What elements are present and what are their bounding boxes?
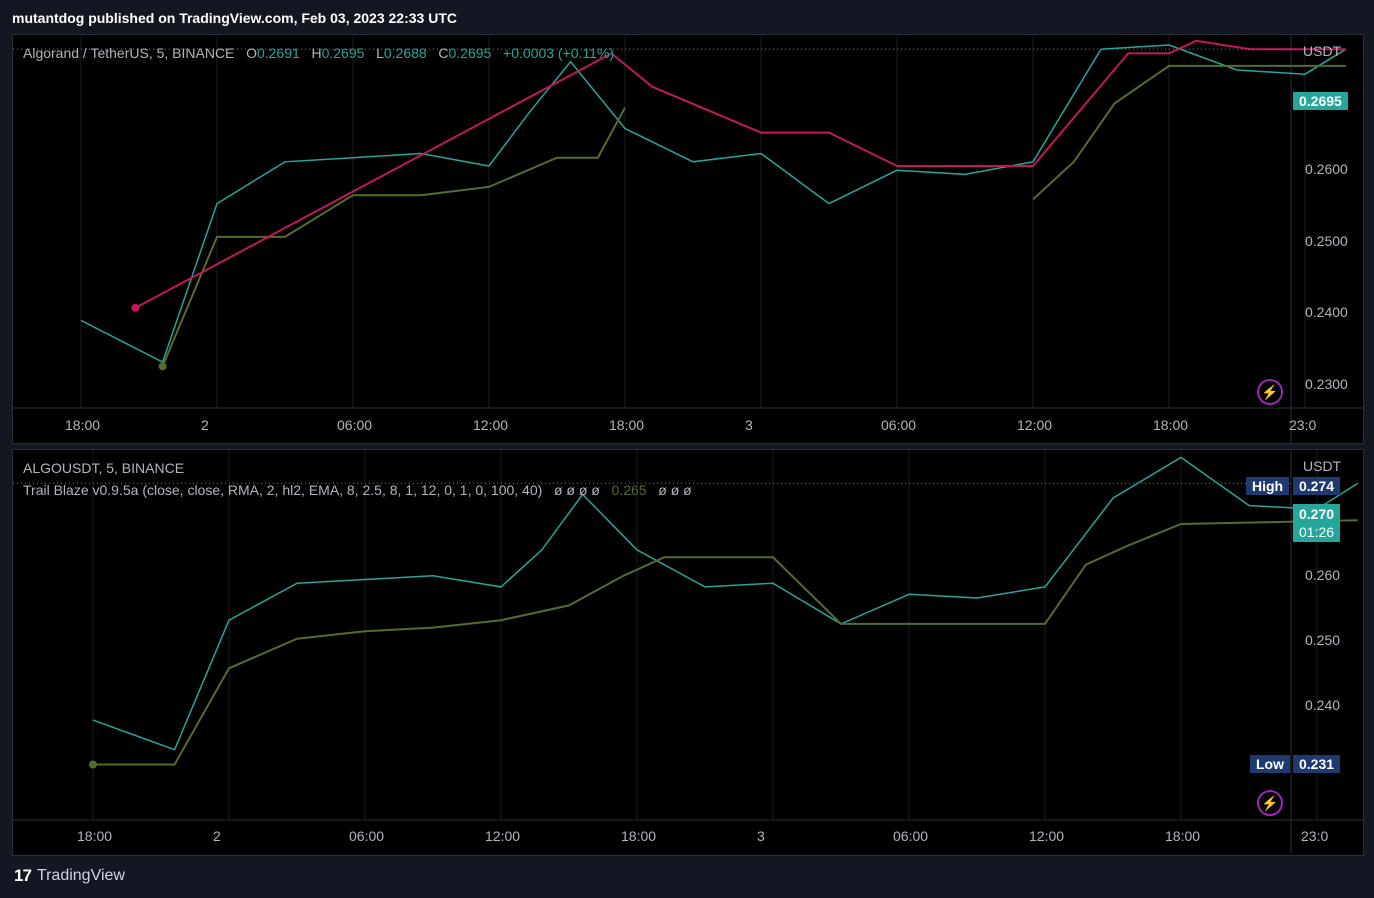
time-tick-label: 2	[201, 417, 209, 433]
time-tick-label: 12:00	[1029, 828, 1065, 844]
time-tick-label: 2	[213, 828, 221, 844]
high-tag-value: 0.274	[1293, 477, 1341, 495]
price-tick: 0.240	[1305, 697, 1341, 713]
trail-start-dot	[158, 362, 167, 371]
time-tick-label: 06:00	[337, 417, 373, 433]
close-value: 0.2695	[448, 45, 492, 61]
trail-start-dot	[131, 303, 140, 312]
low-tag-value: 0.231	[1293, 755, 1341, 773]
price-line	[80, 44, 1347, 364]
indicator-values: ø ø ø ø	[553, 482, 600, 498]
time-tick-label: 18:00	[1153, 417, 1189, 433]
time-tick-label: 3	[745, 417, 753, 433]
time-tick-label: 12:00	[473, 417, 509, 433]
lightning-icon[interactable]: ⚡	[1257, 790, 1283, 816]
last-price-tag: 0.2695	[1293, 92, 1348, 110]
ohlc-legend: Algorand / TetherUS, 5, BINANCE O0.2691 …	[23, 45, 615, 61]
high-value: 0.2695	[321, 45, 365, 61]
price-tick: 0.260	[1305, 567, 1341, 583]
low-tag-label: Low	[1250, 755, 1290, 773]
symbol-legend: ALGOUSDT, 5, BINANCE	[23, 460, 184, 476]
time-tick-label: 3	[757, 828, 765, 844]
price-tick: 0.2300	[1305, 376, 1348, 392]
indicator-values: ø ø ø	[658, 482, 692, 498]
time-tick-label: 12:00	[1017, 417, 1053, 433]
price-tick: 0.2600	[1305, 161, 1348, 177]
indicator-legend[interactable]: Trail Blaze v0.9.5a (close, close, RMA, …	[23, 482, 692, 498]
symbol-label[interactable]: ALGOUSDT, 5, BINANCE	[23, 460, 184, 476]
time-tick-label: 18:00	[77, 828, 113, 844]
currency-label: USDT	[1303, 43, 1342, 59]
bar-countdown: 01:26	[1299, 524, 1335, 540]
last-price-tag: 0.270 01:26	[1293, 504, 1341, 542]
price-tick: 0.250	[1305, 632, 1341, 648]
currency-label: USDT	[1303, 458, 1342, 474]
price-chart-pane[interactable]: Algorand / TetherUS, 5, BINANCE O0.2691 …	[12, 34, 1364, 444]
time-tick-label: 12:00	[485, 828, 521, 844]
tv-logo-icon: 17	[14, 866, 32, 885]
indicator-name[interactable]: Trail Blaze v0.9.5a (close, close, RMA, …	[23, 482, 542, 498]
price-tick: 0.2500	[1305, 233, 1348, 249]
high-tag-label: High	[1246, 477, 1290, 495]
trail-long-line	[161, 64, 1346, 367]
trail-short-line	[134, 39, 1346, 309]
time-tick-label: 18:00	[609, 417, 645, 433]
price-chart-svg[interactable]	[13, 35, 1363, 443]
trail-start-dot	[89, 760, 97, 769]
last-price-value: 0.270	[1299, 506, 1335, 522]
time-tick-label: 06:00	[349, 828, 385, 844]
price-line	[92, 456, 1359, 751]
symbol-label[interactable]: Algorand / TetherUS, 5, BINANCE	[23, 45, 234, 61]
trail-long-line	[93, 519, 1358, 766]
lightning-icon[interactable]: ⚡	[1257, 379, 1283, 405]
indicator-chart-svg[interactable]	[13, 450, 1363, 855]
publish-caption: mutantdog published on TradingView.com, …	[12, 10, 457, 26]
time-tick-label: 18:00	[621, 828, 657, 844]
time-tick-label: 18:00	[1165, 828, 1201, 844]
price-tick: 0.2400	[1305, 304, 1348, 320]
brand-name: TradingView	[36, 867, 125, 884]
time-tick-label: 18:00	[65, 417, 101, 433]
indicator-chart-pane[interactable]: ALGOUSDT, 5, BINANCE Trail Blaze v0.9.5a…	[12, 449, 1364, 856]
change-value: +0.0003 (+0.11%)	[503, 45, 615, 61]
time-tick-label: 06:00	[881, 417, 917, 433]
time-tick-label: 23:0	[1289, 417, 1317, 433]
low-value: 0.2688	[383, 45, 427, 61]
time-tick-label: 06:00	[893, 828, 929, 844]
tradingview-logo[interactable]: 17 TradingView	[14, 866, 125, 886]
trail-value: 0.265	[611, 482, 647, 498]
open-value: 0.2691	[256, 45, 300, 61]
time-tick-label: 23:0	[1301, 828, 1329, 844]
